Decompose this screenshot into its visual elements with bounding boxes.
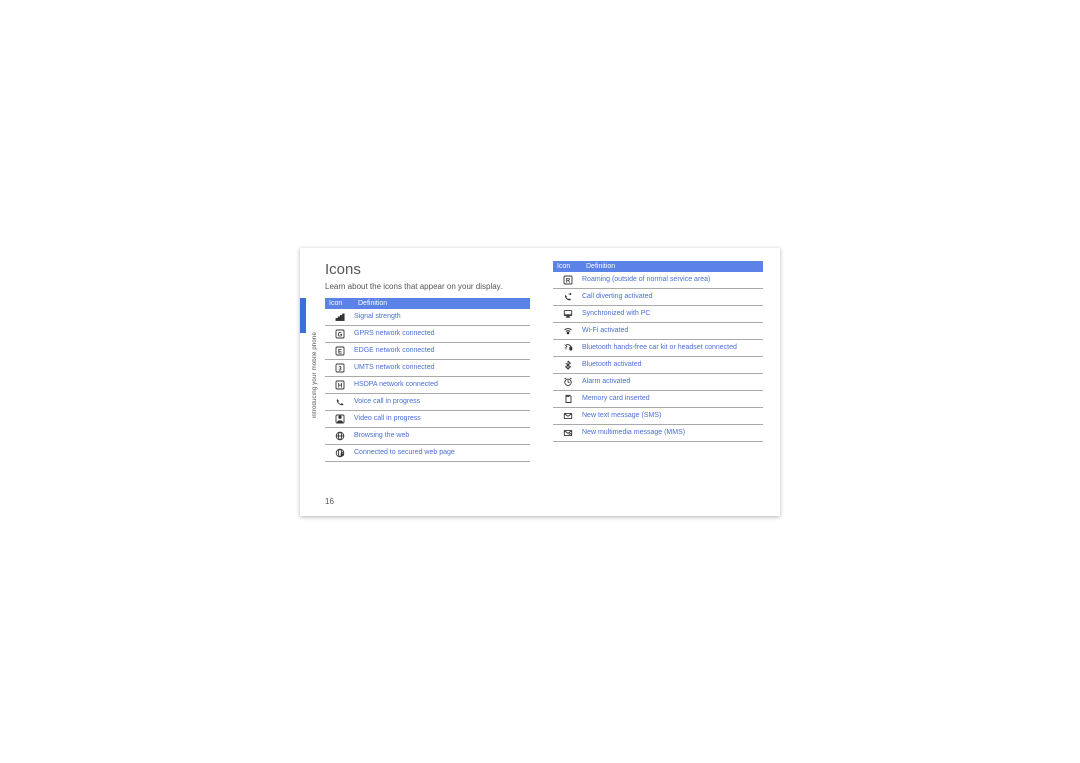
table-row: 3 UMTS network connected xyxy=(325,360,530,377)
table-row: Bluetooth hands-free car kit or headset … xyxy=(553,340,763,357)
table-row: H HSDPA network connected xyxy=(325,377,530,394)
table-row: Alarm activated xyxy=(553,374,763,391)
table-body-left: Signal strengthGGPRS network connectedEE… xyxy=(325,309,530,462)
definition-text: Wi-Fi activated xyxy=(582,327,763,335)
side-tab xyxy=(300,298,306,333)
definition-text: Video call in progress xyxy=(354,415,530,423)
sms-icon xyxy=(553,411,582,421)
th-icon-label: Icon xyxy=(553,263,586,270)
svg-text:H: H xyxy=(337,384,341,390)
table-row: Connected to secured web page xyxy=(325,445,530,462)
table-row: Browsing the web xyxy=(325,428,530,445)
gprs-icon: G xyxy=(325,329,354,339)
section-intro: Learn about the icons that appear on you… xyxy=(325,282,530,292)
table-row: New text message (SMS) xyxy=(553,408,763,425)
definition-text: Browsing the web xyxy=(354,432,530,440)
definition-text: Synchronized with PC xyxy=(582,310,763,318)
table-row: Signal strength xyxy=(325,309,530,326)
th-icon-label: Icon xyxy=(325,300,358,307)
video-icon xyxy=(325,414,354,424)
web-icon xyxy=(325,431,354,441)
definition-text: Roaming (outside of normal service area) xyxy=(582,276,763,284)
workspace: introducing your mobile phone Icons Lear… xyxy=(0,0,1080,763)
table-row: Bluetooth activated xyxy=(553,357,763,374)
manual-page: introducing your mobile phone Icons Lear… xyxy=(300,248,780,516)
bthead-icon xyxy=(553,343,582,353)
table-row: Call diverting activated xyxy=(553,289,763,306)
table-row: Wi-Fi activated xyxy=(553,323,763,340)
table-row: New multimedia message (MMS) xyxy=(553,425,763,442)
svg-text:E: E xyxy=(337,350,341,356)
column-left: Icons Learn about the icons that appear … xyxy=(325,261,530,462)
wifi-icon xyxy=(553,326,582,336)
page-number: 16 xyxy=(325,497,334,506)
edge-icon: E xyxy=(325,346,354,356)
table-row: Voice call in progress xyxy=(325,394,530,411)
side-label: introducing your mobile phone xyxy=(312,332,324,418)
svg-text:R: R xyxy=(565,278,570,284)
definition-text: Alarm activated xyxy=(582,378,763,386)
alarm-icon xyxy=(553,377,582,387)
table-header-left: Icon Definition xyxy=(325,298,530,309)
th-definition-label: Definition xyxy=(586,263,763,270)
bt-icon xyxy=(553,360,582,370)
hsdpa-icon: H xyxy=(325,380,354,390)
table-row: Memory card inserted xyxy=(553,391,763,408)
definition-text: Connected to secured web page xyxy=(354,449,530,457)
divert-icon xyxy=(553,292,582,302)
table-row: Video call in progress xyxy=(325,411,530,428)
umts-icon: 3 xyxy=(325,363,354,373)
voice-icon xyxy=(325,397,354,407)
definition-text: HSDPA network connected xyxy=(354,381,530,389)
signal-icon xyxy=(325,312,354,322)
table-row: R Roaming (outside of normal service area… xyxy=(553,272,763,289)
table-body-right: R Roaming (outside of normal service area… xyxy=(553,272,763,442)
table-header-right: Icon Definition xyxy=(553,261,763,272)
definition-text: UMTS network connected xyxy=(354,364,530,372)
definition-text: New multimedia message (MMS) xyxy=(582,429,763,437)
mms-icon xyxy=(553,428,582,438)
definition-text: New text message (SMS) xyxy=(582,412,763,420)
svg-text:G: G xyxy=(337,333,342,339)
definition-text: GPRS network connected xyxy=(354,330,530,338)
section-title: Icons xyxy=(325,261,530,278)
svg-text:3: 3 xyxy=(338,367,342,373)
definition-text: Call diverting activated xyxy=(582,293,763,301)
definition-text: Bluetooth activated xyxy=(582,361,763,369)
sync-icon xyxy=(553,309,582,319)
secure-icon xyxy=(325,448,354,458)
definition-text: Voice call in progress xyxy=(354,398,530,406)
table-row: G GPRS network connected xyxy=(325,326,530,343)
definition-text: Signal strength xyxy=(354,313,530,321)
definition-text: Memory card inserted xyxy=(582,395,763,403)
roaming-icon: R xyxy=(553,275,582,285)
column-right: Icon Definition R Roaming (outside of nor… xyxy=(553,261,763,442)
memcard-icon xyxy=(553,394,582,404)
th-definition-label: Definition xyxy=(358,300,530,307)
definition-text: Bluetooth hands-free car kit or headset … xyxy=(582,344,763,352)
table-row: E EDGE network connected xyxy=(325,343,530,360)
definition-text: EDGE network connected xyxy=(354,347,530,355)
table-row: Synchronized with PC xyxy=(553,306,763,323)
